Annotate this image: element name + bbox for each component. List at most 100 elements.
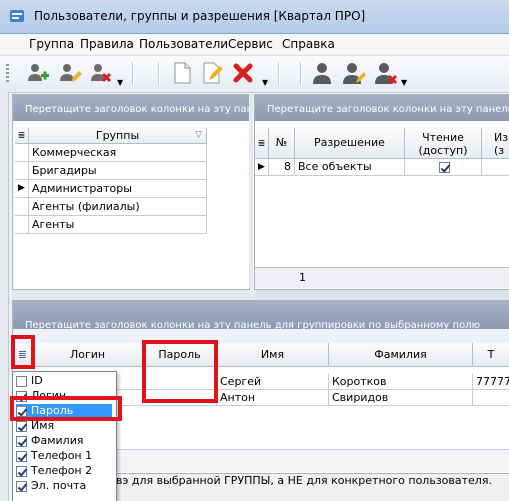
column-chooser-item[interactable]: ID xyxy=(16,374,112,389)
column-header-surname[interactable]: Фамилия xyxy=(329,343,473,367)
toolbar-grip[interactable] xyxy=(6,64,9,84)
column-header-permission[interactable]: Разрешение xyxy=(295,128,405,159)
column-header-name[interactable]: Имя xyxy=(217,343,329,367)
column-header-label: Т xyxy=(487,348,495,361)
menu-group[interactable]: Группа xyxy=(29,37,74,51)
table-row-surname-cell[interactable]: Коротков xyxy=(329,374,473,390)
column-chooser-item[interactable]: Эл. почта xyxy=(16,479,112,494)
highlight-password-column xyxy=(142,340,218,403)
chevron-down-icon[interactable]: ▼ xyxy=(262,78,268,87)
menu-rules[interactable]: Правила xyxy=(80,37,134,51)
read-checkbox[interactable] xyxy=(439,161,450,173)
column-visibility-checkbox[interactable] xyxy=(16,435,27,447)
groups-panel: Перетащите заголовок колонки на эту пан … xyxy=(12,94,253,290)
delete-user-icon[interactable] xyxy=(374,61,398,85)
chevron-down-icon[interactable]: ▼ xyxy=(117,78,123,87)
new-document-icon[interactable] xyxy=(170,61,194,85)
column-header-groups[interactable]: Группы ▽ xyxy=(29,128,207,144)
row-indicator xyxy=(15,162,29,180)
toolbar: ▼ ▼ ▼ xyxy=(0,55,509,93)
menu-help[interactable]: Справка xyxy=(282,37,335,51)
vertical-splitter[interactable] xyxy=(249,94,253,288)
add-group-icon[interactable] xyxy=(26,61,50,85)
column-header-label: Разрешение xyxy=(314,136,385,149)
group-row[interactable]: Администраторы xyxy=(29,180,207,198)
table-row-phone-cell[interactable]: 777777 xyxy=(473,374,509,390)
menu-users[interactable]: Пользователи xyxy=(139,37,228,51)
column-chooser-item-label: ID xyxy=(31,374,43,387)
edit-document-icon[interactable] xyxy=(200,61,224,85)
edit-group-icon[interactable] xyxy=(58,61,82,85)
hidden-hint-text xyxy=(116,492,509,501)
table-row-surname-cell[interactable]: Свиридов xyxy=(329,390,473,406)
column-header-label: Фамилия xyxy=(374,348,427,361)
column-header-label: Изм xyxy=(494,131,509,144)
list-icon: ≣ xyxy=(257,139,266,149)
column-visibility-checkbox[interactable] xyxy=(16,480,27,492)
highlight-password-item xyxy=(10,396,122,421)
column-visibility-checkbox[interactable] xyxy=(16,420,27,432)
column-chooser-item-label: Телефон 2 xyxy=(31,464,93,477)
column-chooser-item[interactable]: Фамилия xyxy=(16,434,112,449)
menu-bar: Группа Правила Пользователи Сервис Справ… xyxy=(0,34,509,54)
window-title: Пользователи, группы и разрешения [Кварт… xyxy=(34,9,366,23)
table-row-name-cell[interactable]: Сергей xyxy=(217,374,329,390)
column-chooser-item[interactable]: Телефон 1 xyxy=(16,449,112,464)
read-checkbox-cell[interactable] xyxy=(405,159,482,176)
group-row[interactable]: Агенты xyxy=(29,216,207,234)
group-row[interactable]: Коммерческая xyxy=(29,144,207,162)
group-row[interactable]: Бригадиры xyxy=(29,162,207,180)
permission-name[interactable]: Все объекты xyxy=(295,159,405,176)
column-header-login[interactable]: Логин xyxy=(33,343,143,367)
row-indicator xyxy=(15,216,29,234)
row-indicator: ▶ xyxy=(255,159,269,176)
app-window: Пользователи, группы и разрешения [Кварт… xyxy=(0,0,509,501)
chevron-down-icon[interactable]: ▼ xyxy=(401,78,407,87)
column-visibility-checkbox[interactable] xyxy=(16,450,27,462)
column-chooser-item[interactable]: Имя xyxy=(16,419,112,434)
header-gap xyxy=(13,329,509,343)
column-header-label: (доступ) xyxy=(418,144,468,157)
group-row[interactable]: Агенты (филиалы) xyxy=(29,198,207,216)
row-indicator xyxy=(15,198,29,216)
column-header-label: Группы xyxy=(95,129,140,142)
menu-service[interactable]: Сервис xyxy=(228,37,273,51)
change-cell[interactable] xyxy=(482,159,509,176)
horizontal-splitter[interactable] xyxy=(12,290,509,300)
column-chooser-item-label: Эл. почта xyxy=(31,479,87,492)
column-header-label: Имя xyxy=(260,348,285,361)
group-by-hint: Перетащите заголовок колонки на эту пан xyxy=(25,104,254,115)
column-header-label: Логин xyxy=(69,348,106,361)
table-row-phone-cell[interactable] xyxy=(473,390,509,406)
column-header-change[interactable]: Изм (з xyxy=(482,128,509,159)
user-icon[interactable] xyxy=(310,61,334,85)
toolbar-separator xyxy=(278,62,280,86)
column-header-read[interactable]: Чтение (доступ) xyxy=(405,128,482,159)
footer-count: 1 xyxy=(299,271,306,284)
permissions-panel: Перетащите заголовок колонки на эту пане… xyxy=(254,94,509,290)
group-by-panel[interactable]: Перетащите заголовок колонки на эту пане… xyxy=(255,95,509,121)
table-row-name-cell[interactable]: Антон xyxy=(217,390,329,406)
highlight-column-chooser xyxy=(11,335,35,369)
delete-group-icon[interactable] xyxy=(89,61,113,85)
column-visibility-checkbox[interactable] xyxy=(16,375,27,387)
column-chooser-button[interactable]: ≣ xyxy=(255,128,269,159)
filter-icon[interactable]: ▽ xyxy=(195,128,202,143)
column-header-label: (з xyxy=(494,144,505,157)
group-by-hint: Перетащите заголовок колонки на эту пане… xyxy=(267,104,509,115)
row-indicator xyxy=(15,144,29,162)
column-visibility-checkbox[interactable] xyxy=(16,465,27,477)
group-by-panel[interactable]: Перетащите заголовок колонки на эту пане… xyxy=(13,301,509,331)
column-chooser-item-label: Телефон 1 xyxy=(31,449,93,462)
title-bar[interactable]: Пользователи, группы и разрешения [Кварт… xyxy=(0,0,509,34)
column-chooser-button[interactable]: ≣ xyxy=(15,128,29,144)
column-header-phone[interactable]: Т xyxy=(473,343,509,367)
toolbar-separator xyxy=(158,62,160,86)
group-by-panel[interactable]: Перетащите заголовок колонки на эту пан xyxy=(13,95,253,121)
toolbar-separator xyxy=(132,62,134,86)
column-chooser-item[interactable]: Телефон 2 xyxy=(16,464,112,479)
delete-icon[interactable] xyxy=(231,61,255,85)
column-header-number[interactable]: № xyxy=(269,128,295,159)
edit-user-icon[interactable] xyxy=(342,61,366,85)
list-icon: ≣ xyxy=(17,131,26,141)
